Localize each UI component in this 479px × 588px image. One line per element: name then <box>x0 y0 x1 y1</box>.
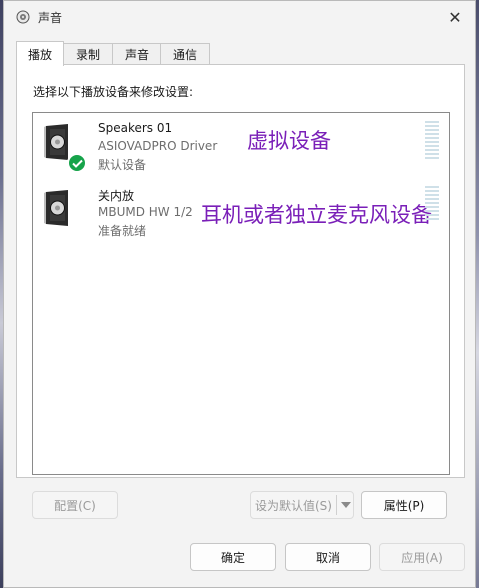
chevron-down-icon <box>341 502 351 508</box>
close-icon: ✕ <box>448 7 462 27</box>
configure-button[interactable]: 配置(C) <box>32 491 118 519</box>
device-status: 默认设备 <box>98 158 147 172</box>
device-list[interactable]: Speakers 01 ASIOVADPRO Driver 默认设备 虚拟设备 … <box>32 112 450 475</box>
tab-communications[interactable]: 通信 <box>160 43 210 65</box>
title-bar: 声音 ✕ <box>4 1 475 33</box>
cancel-button[interactable]: 取消 <box>285 543 371 571</box>
tab-playback[interactable]: 播放 <box>16 41 64 66</box>
close-button[interactable]: ✕ <box>435 1 475 33</box>
window-title: 声音 <box>38 11 63 25</box>
device-status: 准备就绪 <box>98 224 147 238</box>
split-divider <box>336 495 337 515</box>
device-name: Speakers 01 <box>98 121 173 135</box>
set-default-dropdown[interactable] <box>338 492 354 518</box>
device-item-headphones[interactable]: 关内放 MBUMD HW 1/2 准备就绪 耳机或者独立麦克风设备 <box>33 179 449 241</box>
set-default-split-button[interactable]: 设为默认值(S) <box>250 491 354 519</box>
device-driver: MBUMD HW 1/2 <box>98 205 193 219</box>
device-annotation: 虚拟设备 <box>247 129 331 153</box>
volume-meter <box>425 121 439 161</box>
device-name: 关内放 <box>98 189 135 203</box>
tab-sounds[interactable]: 声音 <box>112 43 162 65</box>
device-driver: ASIOVADPRO Driver <box>98 139 218 153</box>
apply-button[interactable]: 应用(A) <box>379 543 465 571</box>
device-annotation: 耳机或者独立麦克风设备 <box>201 203 432 227</box>
device-item-speakers[interactable]: Speakers 01 ASIOVADPRO Driver 默认设备 虚拟设备 <box>33 113 449 175</box>
playback-panel: 选择以下播放设备来修改设置: Speakers 01 ASIOVADPRO Dr… <box>16 64 465 478</box>
sound-dialog: 声音 ✕ 播放 录制 声音 通信 选择以下播放设备来修改设置: Speakers… <box>3 0 476 588</box>
properties-button[interactable]: 属性(P) <box>361 491 447 519</box>
instruction-text: 选择以下播放设备来修改设置: <box>33 85 194 99</box>
ok-button[interactable]: 确定 <box>190 543 276 571</box>
volume-meter <box>425 186 439 222</box>
default-check-icon <box>67 153 87 173</box>
speaker-sound-icon <box>16 10 30 24</box>
tab-recording[interactable]: 录制 <box>62 43 114 65</box>
set-default-button[interactable]: 设为默认值(S) <box>251 492 336 518</box>
speaker-device-icon <box>44 190 68 226</box>
speaker-device-icon <box>44 124 68 160</box>
